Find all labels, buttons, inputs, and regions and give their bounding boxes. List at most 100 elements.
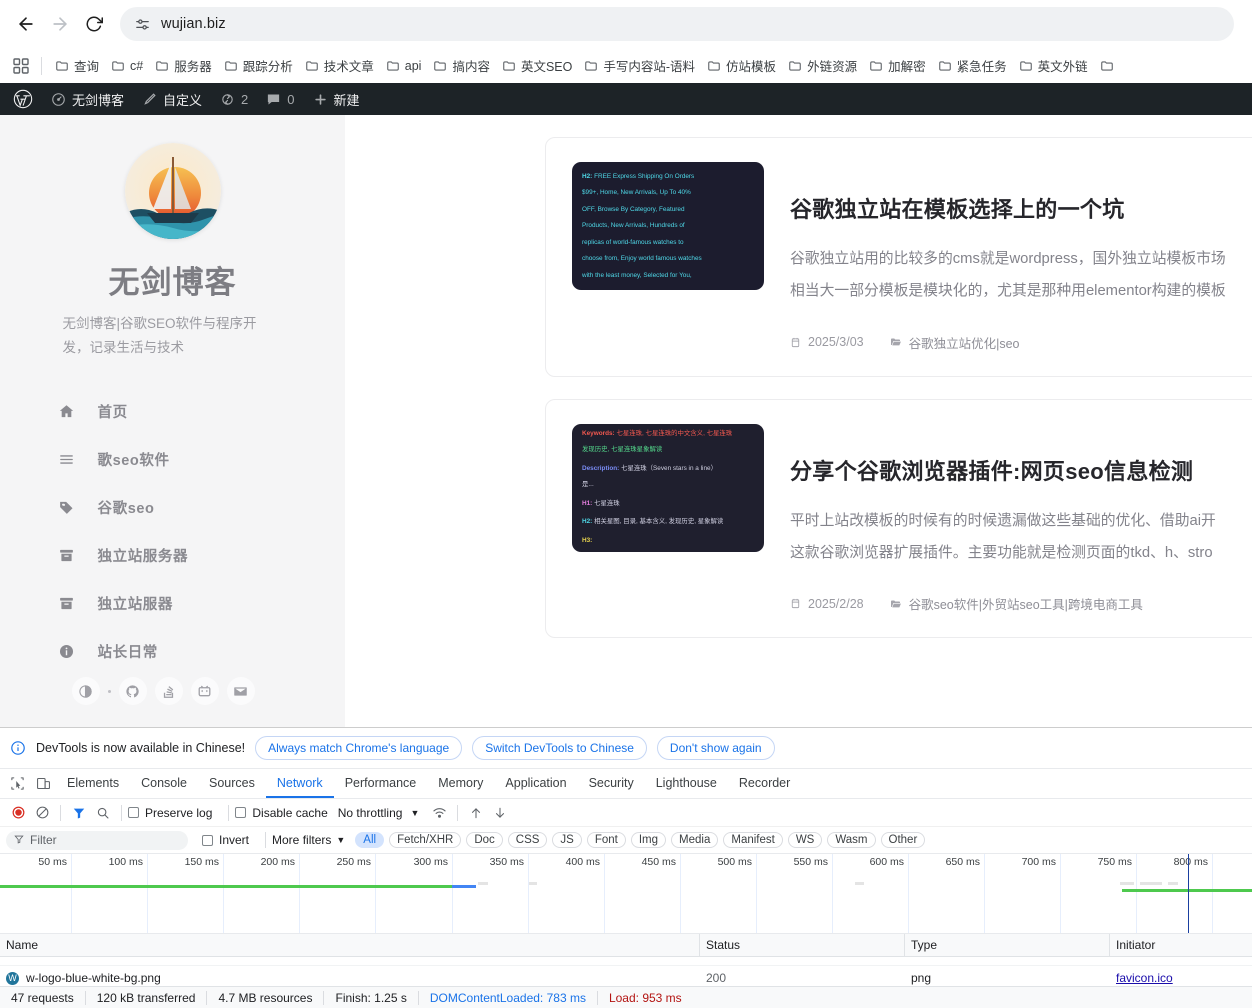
post-category[interactable]: 谷歌seo软件|外贸站seo工具|跨境电商工具 [890,594,1143,613]
bookmark-item[interactable]: 英文外链 [1013,53,1094,78]
disable-cache-checkbox[interactable]: Disable cache [235,806,328,820]
type-filter-ws[interactable]: WS [787,832,823,848]
filter-input[interactable]: Filter [6,830,188,850]
bookmark-item[interactable]: 跟踪分析 [218,53,299,78]
bookmark-item[interactable]: api [380,56,428,76]
wp-updates-count: 2 [241,91,249,107]
type-filter-img[interactable]: Img [630,832,667,848]
inspect-cursor-icon[interactable] [4,771,30,797]
export-har-icon[interactable] [488,801,512,825]
type-filter-js[interactable]: JS [552,832,582,848]
type-filter-fetch-xhr[interactable]: Fetch/XHR [389,832,462,848]
clear-icon[interactable] [30,801,54,825]
github-icon[interactable] [118,677,147,706]
network-conditions-icon[interactable] [427,801,451,825]
tab-performance[interactable]: Performance [334,769,428,798]
column-header-initiator[interactable]: Initiator [1110,934,1252,957]
tab-security[interactable]: Security [578,769,645,798]
forward-button[interactable] [44,8,76,40]
dont-show-again-button[interactable]: Don't show again [656,736,775,760]
tab-sources[interactable]: Sources [198,769,266,798]
sidebar-item-seo-software[interactable]: 歌seo软件 [58,435,288,483]
wp-comments-menu[interactable]: 0 [257,83,303,115]
wp-new-menu[interactable]: 新建 [304,83,369,115]
bookmark-item[interactable]: 手写内容站-语料 [578,53,701,78]
address-bar[interactable]: wujian.biz [120,7,1234,41]
column-header-type[interactable]: Type [905,933,1110,957]
type-filter-all[interactable]: All [355,832,385,848]
column-header-name[interactable]: Name [0,933,700,957]
sidebar-item-daily[interactable]: 站长日常 [58,627,288,675]
network-timeline-overview[interactable]: 50 ms 100 ms 150 ms 200 ms 250 ms 300 ms… [0,854,1252,934]
throttling-value: No throttling [337,805,403,820]
tab-application[interactable]: Application [494,769,577,798]
bookmark-item[interactable]: 服务器 [149,53,218,78]
tab-lighthouse[interactable]: Lighthouse [645,769,728,798]
sidebar-item-home[interactable]: 首页 [58,387,288,435]
bookmark-item[interactable]: 紧急任务 [932,53,1013,78]
stackoverflow-icon[interactable] [154,677,183,706]
type-filter-media[interactable]: Media [671,832,719,848]
bilibili-icon[interactable] [190,677,219,706]
sidebar-item-server-2[interactable]: 独立站服器 [58,579,288,627]
site-settings-icon[interactable] [134,16,151,33]
type-filter-font[interactable]: Font [586,832,626,848]
apps-grid-icon[interactable] [8,53,34,79]
wordpress-logo-menu[interactable] [4,83,42,115]
import-har-icon[interactable] [464,801,488,825]
post-title[interactable]: 谷歌独立站在模板选择上的一个坑 [790,192,1252,224]
post-card[interactable]: Keywords: 七星连珠, 七星连珠的中文含义, 七星连珠 发现历史, 七星… [545,398,1252,639]
timeline-tick-label: 550 ms [793,856,828,868]
post-title[interactable]: 分享个谷歌浏览器插件:网页seo信息检测 [790,454,1252,486]
thumb-text: 发现历史, 七星连珠星象解读 [582,446,663,454]
bookmark-item[interactable]: 外链资源 [782,53,863,78]
sidebar-item-google-seo[interactable]: 谷歌seo [58,483,288,531]
tab-network[interactable]: Network [266,769,334,798]
tab-memory[interactable]: Memory [427,769,494,798]
bookmark-item[interactable] [1094,56,1125,76]
sidebar-item-server-1[interactable]: 独立站服务器 [58,531,288,579]
bookmark-item[interactable]: 查询 [49,53,105,78]
tab-console[interactable]: Console [130,769,198,798]
type-filter-wasm[interactable]: Wasm [827,832,876,848]
tab-elements[interactable]: Elements [56,769,130,798]
checkbox-box[interactable] [235,807,247,818]
invert-checkbox[interactable]: Invert [202,833,249,847]
checkbox-box[interactable] [202,834,213,846]
filter-funnel-icon[interactable] [67,801,91,825]
type-filter-other[interactable]: Other [880,832,926,848]
more-filters-dropdown[interactable]: More filters ▼ [272,833,345,847]
bookmark-item[interactable]: c# [105,56,149,76]
bookmark-item[interactable]: 技术文章 [299,53,380,78]
type-filter-css[interactable]: CSS [507,832,548,848]
tab-recorder[interactable]: Recorder [728,769,801,798]
post-card[interactable]: H2: FREE Express Shipping On Orders $99+… [545,137,1252,377]
record-stop-icon[interactable] [6,801,30,825]
toolbar-divider [60,804,61,821]
initiator-link[interactable]: favicon.ico [1116,971,1173,985]
switch-devtools-language-button[interactable]: Switch DevTools to Chinese [472,736,647,760]
bookmark-item[interactable]: 仿站模板 [701,53,782,78]
bookmark-item[interactable]: 加解密 [863,53,932,78]
throttling-select[interactable]: No throttling ▼ [338,806,420,820]
type-filter-doc[interactable]: Doc [466,832,503,848]
email-icon[interactable] [226,677,255,706]
theme-contrast-icon[interactable] [71,677,100,706]
column-header-status[interactable]: Status [700,933,905,957]
wp-updates-menu[interactable]: 2 [211,83,257,115]
wp-customize-menu[interactable]: 自定义 [133,83,211,115]
always-match-language-button[interactable]: Always match Chrome's language [255,736,463,760]
device-toolbar-icon[interactable] [30,771,56,797]
search-icon[interactable] [91,801,115,825]
bookmark-item[interactable]: 英文SEO [496,53,578,78]
type-filter-manifest[interactable]: Manifest [723,832,783,848]
checkbox-box[interactable] [128,807,139,818]
folder-icon [1019,59,1033,73]
bookmark-item[interactable]: 搞内容 [427,53,496,78]
preserve-log-checkbox[interactable]: Preserve log [128,806,212,820]
back-button[interactable] [10,8,42,40]
post-category[interactable]: 谷歌独立站优化|seo [890,333,1020,352]
info-icon [58,643,76,660]
reload-button[interactable] [78,8,110,40]
wp-site-name-menu[interactable]: 无剑博客 [42,83,133,115]
